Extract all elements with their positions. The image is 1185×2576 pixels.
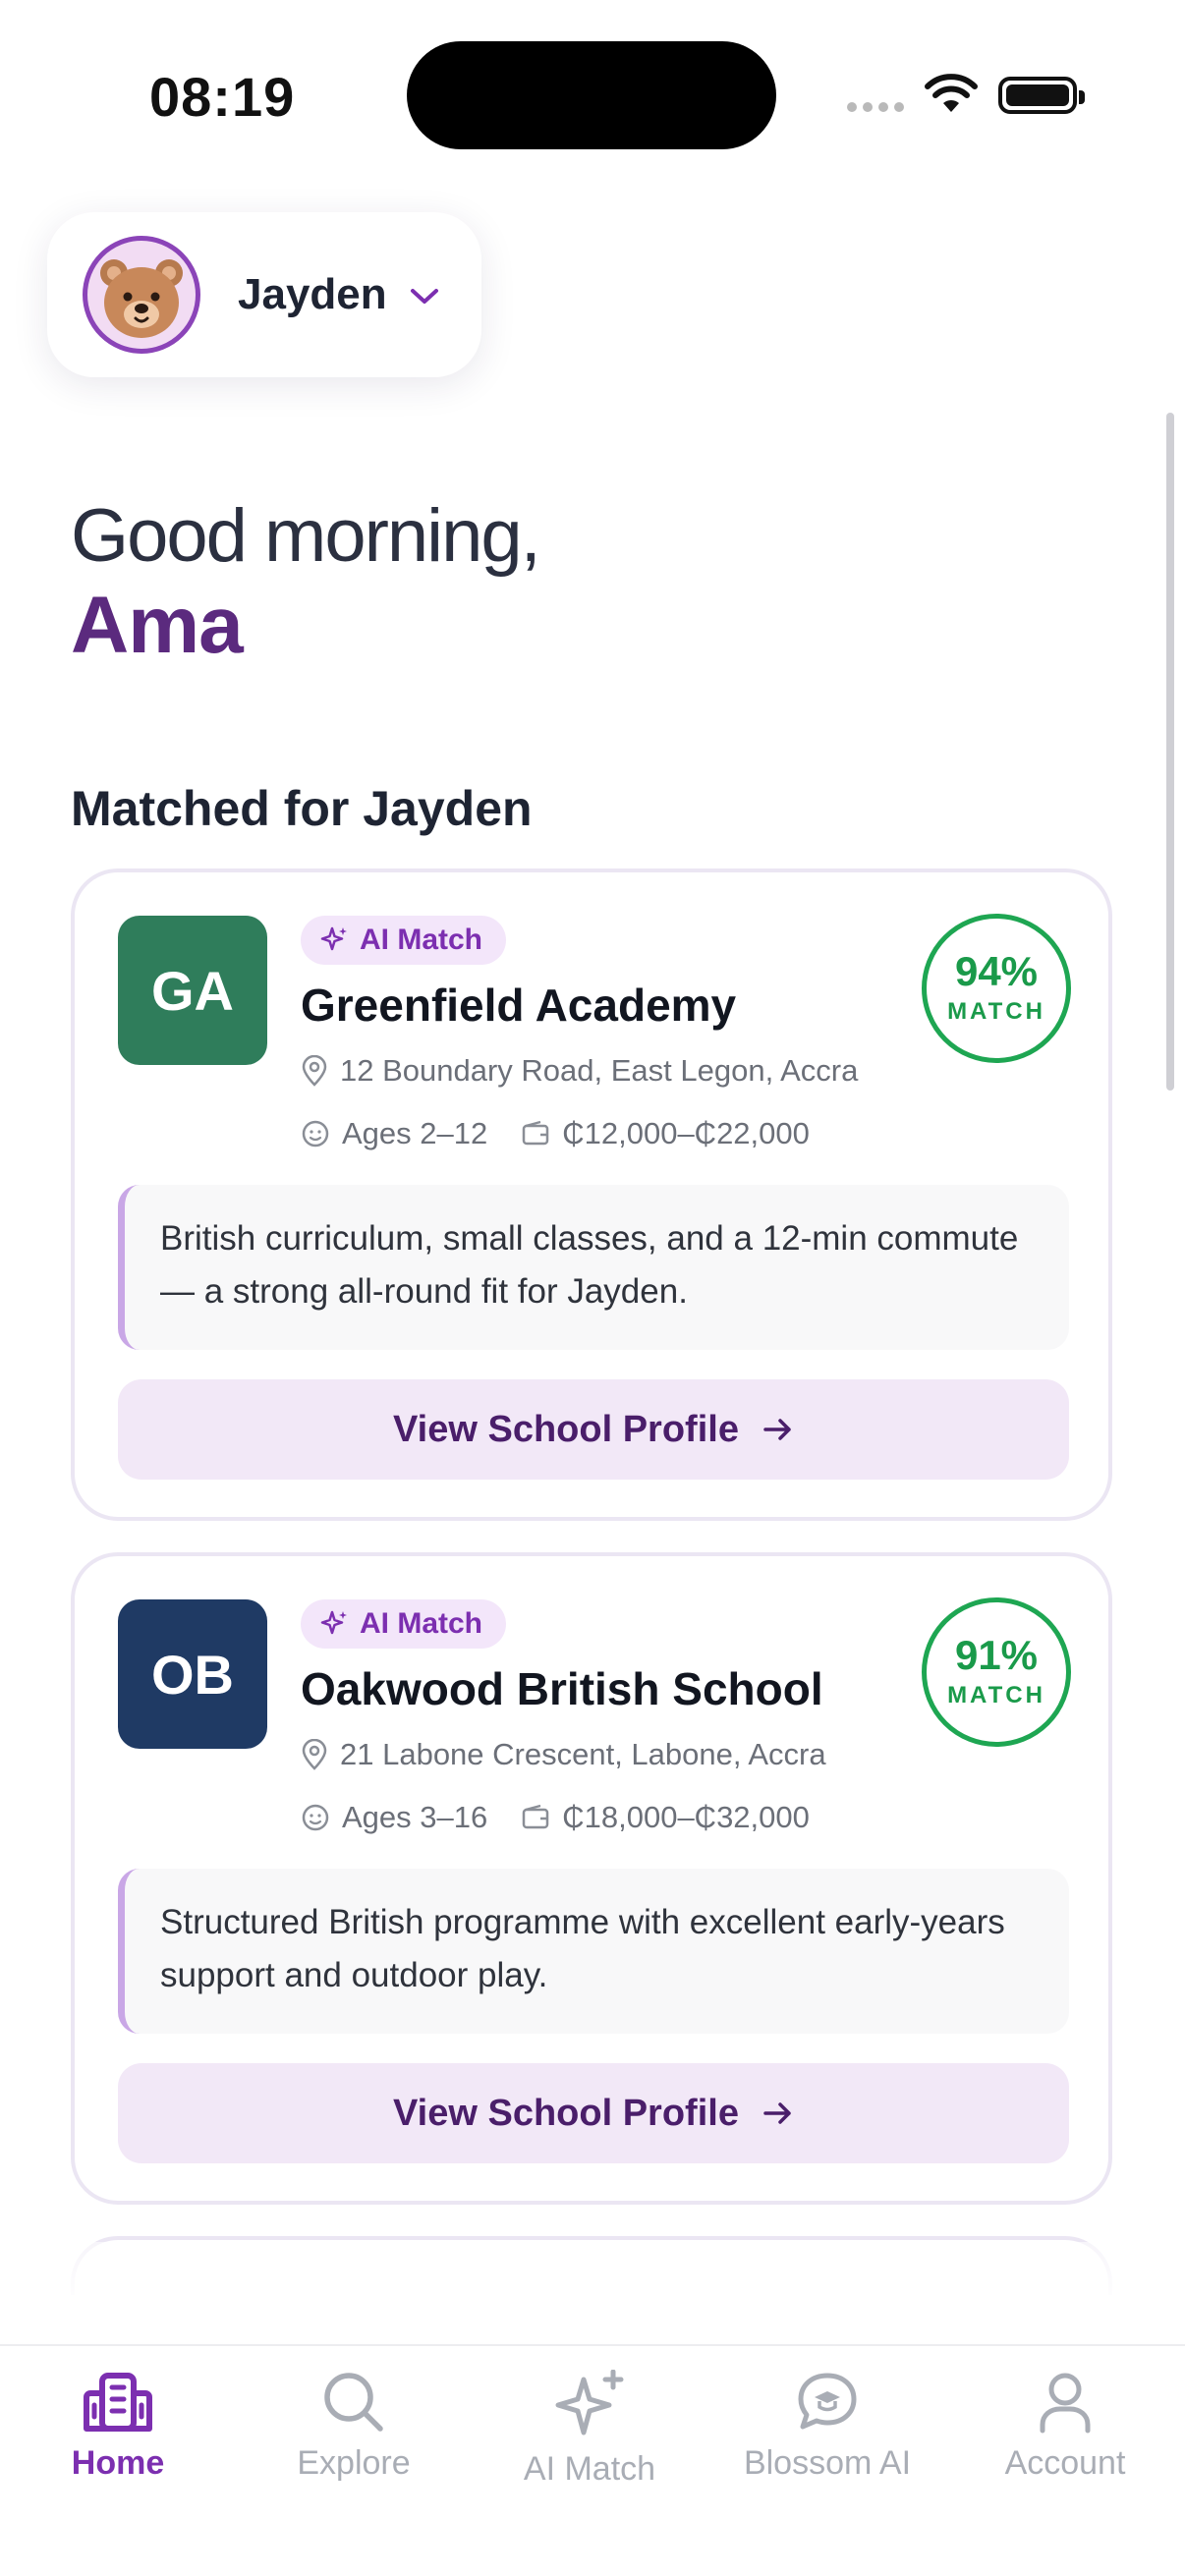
tab-ai-match[interactable]: AI Match	[472, 2370, 707, 2489]
section-title: Matched for Jayden	[71, 781, 533, 836]
arrow-right-icon	[763, 2102, 791, 2124]
tab-label: Home	[71, 2444, 165, 2482]
school-card[interactable]: OB AI Match Oakwood British School 21 La…	[71, 1552, 1112, 2205]
view-school-profile-button[interactable]: View School Profile	[118, 2063, 1069, 2163]
tab-label: Account	[1004, 2444, 1126, 2482]
sparkle-icon	[320, 1610, 347, 1635]
ai-match-badge: AI Match	[301, 1599, 507, 1649]
match-label: MATCH	[947, 998, 1045, 1025]
ai-match-badge-label: AI Match	[360, 924, 483, 956]
wifi-icon	[925, 74, 978, 112]
ai-match-badge-label: AI Match	[360, 1607, 483, 1640]
match-score-ring: 94% MATCH	[922, 914, 1071, 1063]
wallet-icon	[522, 1804, 549, 1829]
school-ages: Ages 3–16	[342, 1800, 488, 1834]
school-address: 12 Boundary Road, East Legon, Accra	[301, 1053, 858, 1089]
child-name: Jayden	[238, 270, 387, 318]
dynamic-island	[407, 41, 776, 149]
search-icon	[324, 2373, 383, 2432]
tab-account[interactable]: Account	[947, 2370, 1183, 2483]
school-logo: OB	[118, 1599, 267, 1749]
school-building-icon	[84, 2373, 152, 2432]
tab-home[interactable]: Home	[0, 2370, 236, 2483]
child-selector[interactable]: Jayden	[47, 212, 481, 377]
child-face-icon	[302, 1120, 329, 1148]
tab-explore[interactable]: Explore	[236, 2370, 472, 2483]
tab-label: Blossom AI	[743, 2444, 912, 2482]
status-time: 08:19	[149, 66, 296, 128]
school-address-text: 21 Labone Crescent, Labone, Accra	[340, 1737, 826, 1771]
school-summary: Structured British programme with excell…	[118, 1869, 1069, 2034]
school-fees: ₵12,000–₵22,000	[562, 1116, 810, 1150]
greeting-name: Ama	[71, 581, 244, 670]
chat-bubble-icon	[798, 2373, 857, 2430]
school-logo: GA	[118, 916, 267, 1065]
view-school-profile-label: View School Profile	[393, 1408, 739, 1450]
arrow-right-icon	[763, 1419, 791, 1440]
tab-label: Explore	[297, 2444, 411, 2482]
view-school-profile-button[interactable]: View School Profile	[118, 1379, 1069, 1480]
chevron-down-icon	[410, 289, 438, 304]
scrollbar[interactable]	[1166, 413, 1174, 1091]
school-card[interactable]: GA AI Match Greenfield Academy 12 Bounda…	[71, 868, 1112, 1521]
match-score-ring: 91% MATCH	[922, 1597, 1071, 1747]
user-icon	[1040, 2373, 1091, 2434]
sparkle-icon	[555, 2370, 624, 2436]
scroll-fade	[0, 2242, 1185, 2350]
school-name: Greenfield Academy	[301, 980, 737, 1031]
location-pin-icon	[302, 1055, 327, 1087]
match-percent: 94%	[954, 948, 1039, 994]
location-pin-icon	[302, 1739, 327, 1770]
cellular-signal-icon	[847, 102, 904, 112]
battery-icon	[998, 77, 1085, 114]
bear-avatar-icon	[83, 236, 200, 354]
tab-blossom-ai[interactable]: Blossom AI	[709, 2370, 945, 2483]
match-label: MATCH	[947, 1682, 1045, 1708]
school-summary: British curriculum, small classes, and a…	[118, 1185, 1069, 1350]
school-address-text: 12 Boundary Road, East Legon, Accra	[340, 1053, 859, 1088]
wallet-icon	[522, 1120, 549, 1146]
view-school-profile-label: View School Profile	[393, 2092, 739, 2134]
ai-match-badge: AI Match	[301, 916, 507, 965]
sparkle-icon	[320, 926, 347, 951]
status-bar: 08:19	[0, 0, 1185, 187]
child-face-icon	[302, 1804, 329, 1831]
match-percent: 91%	[954, 1632, 1039, 1678]
school-ages: Ages 2–12	[342, 1116, 488, 1150]
school-meta: Ages 3–16 ₵18,000–₵32,000	[301, 1800, 810, 1835]
school-name: Oakwood British School	[301, 1663, 823, 1714]
school-meta: Ages 2–12 ₵12,000–₵22,000	[301, 1116, 810, 1151]
tab-label: AI Match	[523, 2450, 656, 2488]
school-fees: ₵18,000–₵32,000	[562, 1800, 810, 1834]
school-address: 21 Labone Crescent, Labone, Accra	[301, 1737, 826, 1772]
tab-bar: Home Explore AI Match Blossom AI Account	[0, 2344, 1185, 2576]
greeting-text: Good morning,	[71, 494, 541, 578]
